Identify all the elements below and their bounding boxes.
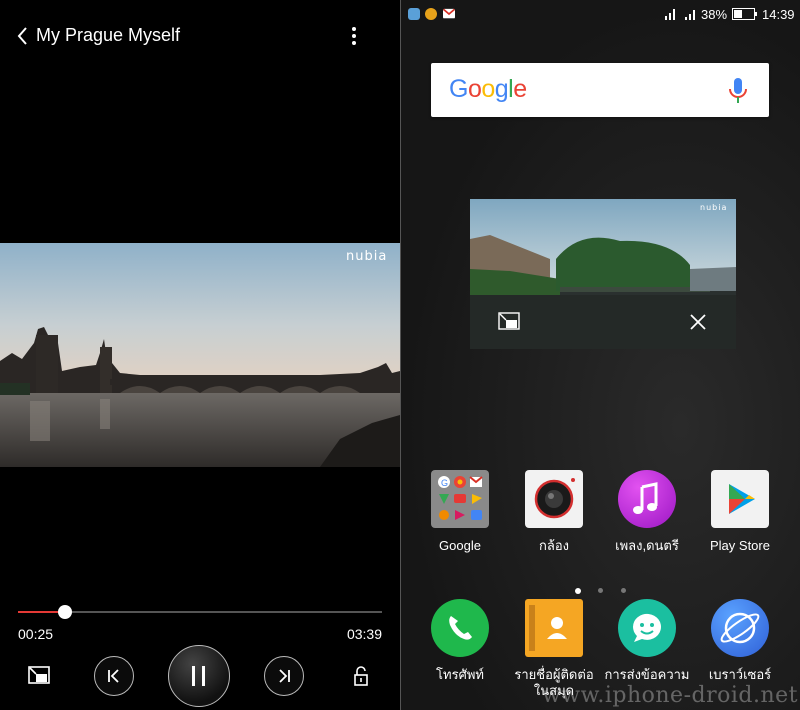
prague-bridge-image — [0, 243, 400, 467]
dock-browser[interactable]: เบราว์เซอร์ — [693, 599, 787, 683]
back-arrow-icon[interactable] — [12, 24, 34, 48]
video-player-screen: My Prague Myself nubia 00:25 03:39 — [0, 0, 400, 710]
voice-search-mic-icon[interactable] — [727, 77, 749, 105]
site-watermark: www.iphone-droid.net — [541, 683, 798, 708]
contacts-icon — [525, 599, 583, 657]
skip-next-icon — [279, 669, 290, 683]
pip-nubia-watermark: nubia — [700, 203, 728, 212]
total-duration: 03:39 — [346, 626, 382, 642]
google-logo: Google — [449, 75, 527, 103]
app-play-store[interactable]: Play Store — [693, 470, 787, 554]
pip-close-icon[interactable] — [689, 313, 707, 331]
app-label: Play Store — [710, 538, 770, 553]
player-top-bar: My Prague Myself — [0, 0, 400, 72]
pip-expand-icon[interactable] — [498, 312, 520, 332]
google-search-bar[interactable]: Google — [431, 63, 769, 117]
next-button[interactable] — [264, 656, 304, 696]
svg-text:G: G — [441, 478, 448, 488]
wifi-signal-icon — [665, 9, 675, 20]
camera-icon — [525, 470, 583, 528]
clock: 14:39 — [762, 7, 795, 22]
dock-phone[interactable]: โทรศัพท์ — [413, 599, 507, 683]
video-title: My Prague Myself — [36, 25, 181, 45]
more-options-icon[interactable] — [346, 22, 362, 50]
previous-button[interactable] — [94, 656, 134, 696]
app-label: Google — [439, 538, 481, 553]
pip-video-window[interactable]: nubia — [470, 199, 736, 349]
app-label: โทรศัพท์ — [436, 667, 484, 682]
music-icon — [618, 470, 676, 528]
pause-icon — [192, 666, 205, 686]
gallery-icon — [408, 8, 420, 20]
app-label: การส่งข้อความ — [604, 667, 690, 682]
messaging-icon — [618, 599, 676, 657]
page-dot-active[interactable] — [575, 588, 581, 594]
page-dot[interactable] — [598, 588, 603, 593]
app-label: เพลง,ดนตรี — [615, 538, 679, 553]
pause-button[interactable] — [168, 645, 230, 707]
page-indicator — [401, 588, 800, 596]
seek-bar-thumb[interactable] — [58, 605, 73, 619]
phone-icon — [431, 599, 489, 657]
page-dot[interactable] — [621, 588, 626, 593]
app-label: เบราว์เซอร์ — [708, 667, 772, 682]
play-store-icon — [711, 470, 769, 528]
battery-percent: 38% — [701, 7, 728, 22]
app-music[interactable]: เพลง,ดนตรี — [600, 470, 694, 554]
cell-signal-icon — [685, 10, 695, 20]
dock-messaging[interactable]: การส่งข้อความ — [600, 599, 694, 683]
app-label: กล้อง — [539, 538, 569, 553]
home-screen: 38% 14:39 Google nubia G Google กล้อง เพ… — [401, 0, 800, 710]
seek-bar[interactable] — [18, 605, 382, 619]
screen-root: My Prague Myself nubia 00:25 03:39 38% 1… — [0, 0, 800, 710]
pip-mode-icon[interactable] — [27, 665, 51, 687]
elapsed-time: 00:25 — [18, 626, 54, 642]
google-folder-icon: G — [431, 470, 489, 528]
gmail-icon — [443, 8, 455, 19]
app-google-folder[interactable]: G Google — [413, 470, 507, 554]
unlock-icon[interactable] — [352, 665, 370, 687]
status-bar: 38% 14:39 — [401, 0, 800, 28]
nubia-watermark: nubia — [346, 249, 388, 264]
battery-icon — [732, 8, 757, 20]
badge-icon — [425, 8, 437, 20]
skip-previous-icon — [108, 669, 119, 683]
browser-icon — [711, 599, 769, 657]
app-camera[interactable]: กล้อง — [507, 470, 601, 554]
video-frame[interactable]: nubia — [0, 243, 400, 467]
